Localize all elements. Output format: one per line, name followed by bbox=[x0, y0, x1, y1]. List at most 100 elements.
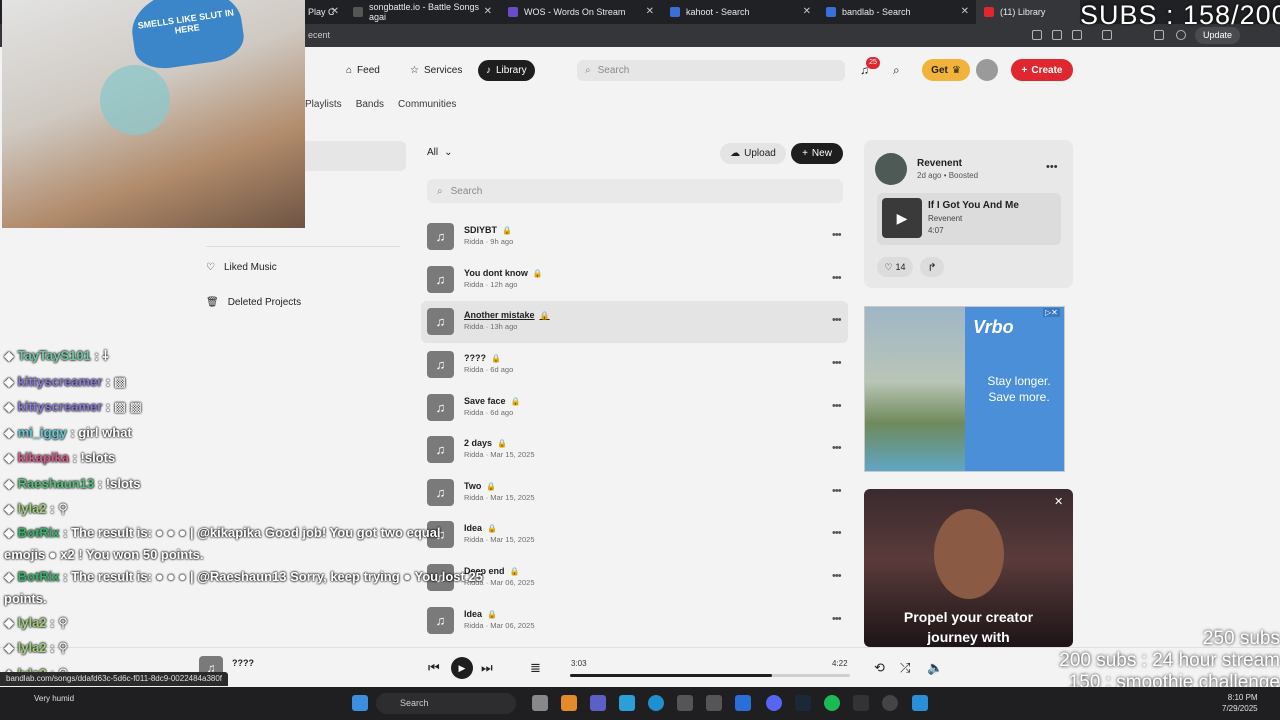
nav-services[interactable]: ☆ Services bbox=[402, 60, 470, 81]
nav-label: Services bbox=[423, 65, 463, 76]
project-row[interactable]: ♫ You dont know 🔒 Ridda · 12h ago ••• bbox=[421, 259, 848, 301]
browser-tab-3[interactable]: WOS - Words On Stream ✕ bbox=[500, 0, 660, 24]
project-title[interactable]: Another mistake 🔒 bbox=[464, 310, 550, 320]
user-avatar[interactable] bbox=[976, 59, 998, 81]
app-icon[interactable] bbox=[735, 695, 751, 711]
explorer-icon[interactable] bbox=[561, 695, 577, 711]
progress-bar[interactable] bbox=[570, 674, 850, 677]
tab-playlists[interactable]: Playlists bbox=[305, 99, 342, 110]
tab-bands[interactable]: Bands bbox=[356, 99, 384, 110]
project-title[interactable]: You dont know 🔒 bbox=[464, 268, 543, 278]
obs-icon[interactable] bbox=[882, 695, 898, 711]
grid-icon[interactable] bbox=[1052, 30, 1062, 40]
repeat-icon[interactable]: ⟲ bbox=[874, 660, 885, 676]
filter-dropdown[interactable]: All ⌄ bbox=[427, 147, 453, 158]
chat-text: : !slots bbox=[72, 450, 116, 465]
project-row[interactable]: ♫ Another mistake 🔒 Ridda · 13h ago ••• bbox=[421, 301, 848, 343]
close-icon[interactable]: ✕ bbox=[961, 6, 969, 17]
project-row[interactable]: ♫ Two 🔒 Ridda · Mar 15, 2025 ••• bbox=[421, 472, 848, 514]
more-options-icon[interactable]: ••• bbox=[832, 400, 842, 412]
like-button[interactable]: ♡ 14 bbox=[877, 257, 913, 277]
project-title[interactable]: SDIYBT 🔒 bbox=[464, 225, 512, 235]
windows-start-icon[interactable] bbox=[352, 695, 368, 711]
project-row[interactable]: ♫ Idea 🔒 Ridda · Mar 15, 2025 ••• bbox=[421, 514, 848, 556]
steam-icon[interactable] bbox=[795, 695, 811, 711]
more-options-icon[interactable]: ••• bbox=[1046, 161, 1058, 173]
tab-communities[interactable]: Communities bbox=[398, 99, 456, 110]
browser-tab-library[interactable]: (11) Library bbox=[976, 0, 1080, 24]
ad-photo bbox=[934, 509, 1004, 599]
more-options-icon[interactable]: ••• bbox=[832, 527, 842, 539]
project-row[interactable]: ♫ Save face 🔒 Ridda · 6d ago ••• bbox=[421, 387, 848, 429]
close-icon[interactable]: ✕ bbox=[331, 6, 339, 17]
more-options-icon[interactable]: ••• bbox=[832, 613, 842, 625]
left-item-deleted-projects[interactable]: 🗑 Deleted Projects bbox=[206, 297, 301, 308]
nav-feed[interactable]: ⌂ Feed bbox=[338, 60, 388, 81]
nav-library[interactable]: ♪ Library bbox=[478, 60, 535, 81]
more-options-icon[interactable]: ••• bbox=[832, 485, 842, 497]
project-row[interactable]: ♫ ???? 🔒 Ridda · 6d ago ••• bbox=[421, 344, 848, 386]
search-icon[interactable]: ⌕ bbox=[893, 63, 900, 78]
project-meta: Ridda · 12h ago bbox=[464, 280, 518, 289]
post-author[interactable]: Revenent bbox=[917, 158, 962, 169]
app-icon[interactable] bbox=[677, 695, 693, 711]
teams-icon[interactable] bbox=[590, 695, 606, 711]
refresh-icon[interactable] bbox=[1102, 30, 1112, 40]
close-icon[interactable]: ✕ bbox=[803, 6, 811, 17]
more-options-icon[interactable]: ••• bbox=[832, 272, 842, 284]
creator-ad[interactable]: ✕ Propel your creator journey with bbox=[864, 489, 1073, 647]
chat-message: ◆ BotRix : The result is: ● ● ● | @kikap… bbox=[4, 524, 441, 562]
chat-text: : ⚲ bbox=[50, 501, 68, 516]
spotify-icon[interactable] bbox=[824, 695, 840, 711]
project-row[interactable]: ♫ Deep end 🔒 Ridda · Mar 06, 2025 ••• bbox=[421, 557, 848, 599]
volume-icon[interactable]: 🔈 bbox=[927, 660, 943, 676]
search-placeholder: Search bbox=[597, 65, 630, 76]
project-row[interactable]: ♫ SDIYBT 🔒 Ridda · 9h ago ••• bbox=[421, 216, 848, 258]
app-icon[interactable] bbox=[912, 695, 928, 711]
project-meta: Ridda · 9h ago bbox=[464, 237, 514, 246]
favorites-icon[interactable] bbox=[1154, 30, 1164, 40]
post-author-avatar[interactable] bbox=[875, 153, 907, 185]
app-icon[interactable] bbox=[619, 695, 635, 711]
close-icon[interactable]: ✕ bbox=[1054, 495, 1063, 508]
ad-choices-icon[interactable]: ▷✕ bbox=[1043, 308, 1060, 317]
post-track[interactable]: ▶ If I Got You And Me Revenent 4:07 bbox=[877, 193, 1061, 245]
left-item-liked-music[interactable]: ♡ Liked Music bbox=[206, 262, 277, 273]
vrbo-ad[interactable]: Vrbo Stay longer. Save more. ▷✕ bbox=[864, 306, 1065, 472]
new-button[interactable]: + New bbox=[791, 143, 843, 164]
library-search-input[interactable]: ⌕ Search bbox=[427, 179, 843, 203]
upload-button[interactable]: ☁ Upload bbox=[720, 143, 786, 164]
browser-tab-5[interactable]: bandlab - Search ✕ bbox=[818, 0, 975, 24]
browser-tab-2[interactable]: songbattle.io - Battle Songs agai ✕ bbox=[345, 0, 498, 24]
more-options-icon[interactable]: ••• bbox=[832, 229, 842, 241]
browser-tab-1[interactable]: Play C ✕ bbox=[300, 0, 345, 24]
browser-tab-4[interactable]: kahoot - Search ✕ bbox=[662, 0, 817, 24]
shuffle-icon[interactable]: ⤮ bbox=[900, 660, 910, 676]
play-icon[interactable]: ▶ bbox=[882, 198, 922, 238]
app-icon[interactable] bbox=[853, 695, 869, 711]
taskbar-clock[interactable]: 8:10 PM 7/29/2025 bbox=[1222, 692, 1258, 714]
more-options-icon[interactable]: ••• bbox=[832, 314, 842, 326]
taskview-icon[interactable] bbox=[532, 695, 548, 711]
project-row[interactable]: ♫ 2 days 🔒 Ridda · Mar 15, 2025 ••• bbox=[421, 429, 848, 471]
close-icon[interactable]: ✕ bbox=[484, 6, 492, 17]
close-icon[interactable]: ✕ bbox=[646, 6, 654, 17]
more-options-icon[interactable]: ••• bbox=[832, 357, 842, 369]
edge-icon[interactable] bbox=[648, 695, 664, 711]
weather-widget[interactable]: Very humid bbox=[34, 694, 74, 703]
app-icon[interactable] bbox=[706, 695, 722, 711]
more-options-icon[interactable]: ••• bbox=[832, 442, 842, 454]
search-icon: ⌕ bbox=[437, 185, 443, 197]
taskbar-search[interactable]: Search bbox=[376, 693, 516, 714]
global-search-input[interactable]: ⌕ Search bbox=[577, 60, 845, 81]
more-options-icon[interactable]: ••• bbox=[832, 570, 842, 582]
create-button[interactable]: + Create bbox=[1011, 59, 1073, 81]
notification-icon[interactable] bbox=[1032, 30, 1042, 40]
project-row[interactable]: ♫ Idea 🔒 Ridda · Mar 06, 2025 ••• bbox=[421, 600, 848, 642]
queue-icon[interactable]: ≣ bbox=[530, 660, 541, 676]
share-button[interactable]: ↱ bbox=[920, 257, 944, 277]
get-button[interactable]: Get ♛ bbox=[922, 59, 970, 81]
profile-icon[interactable] bbox=[1176, 30, 1186, 40]
star-icon[interactable] bbox=[1072, 30, 1082, 40]
discord-icon[interactable] bbox=[766, 695, 782, 711]
